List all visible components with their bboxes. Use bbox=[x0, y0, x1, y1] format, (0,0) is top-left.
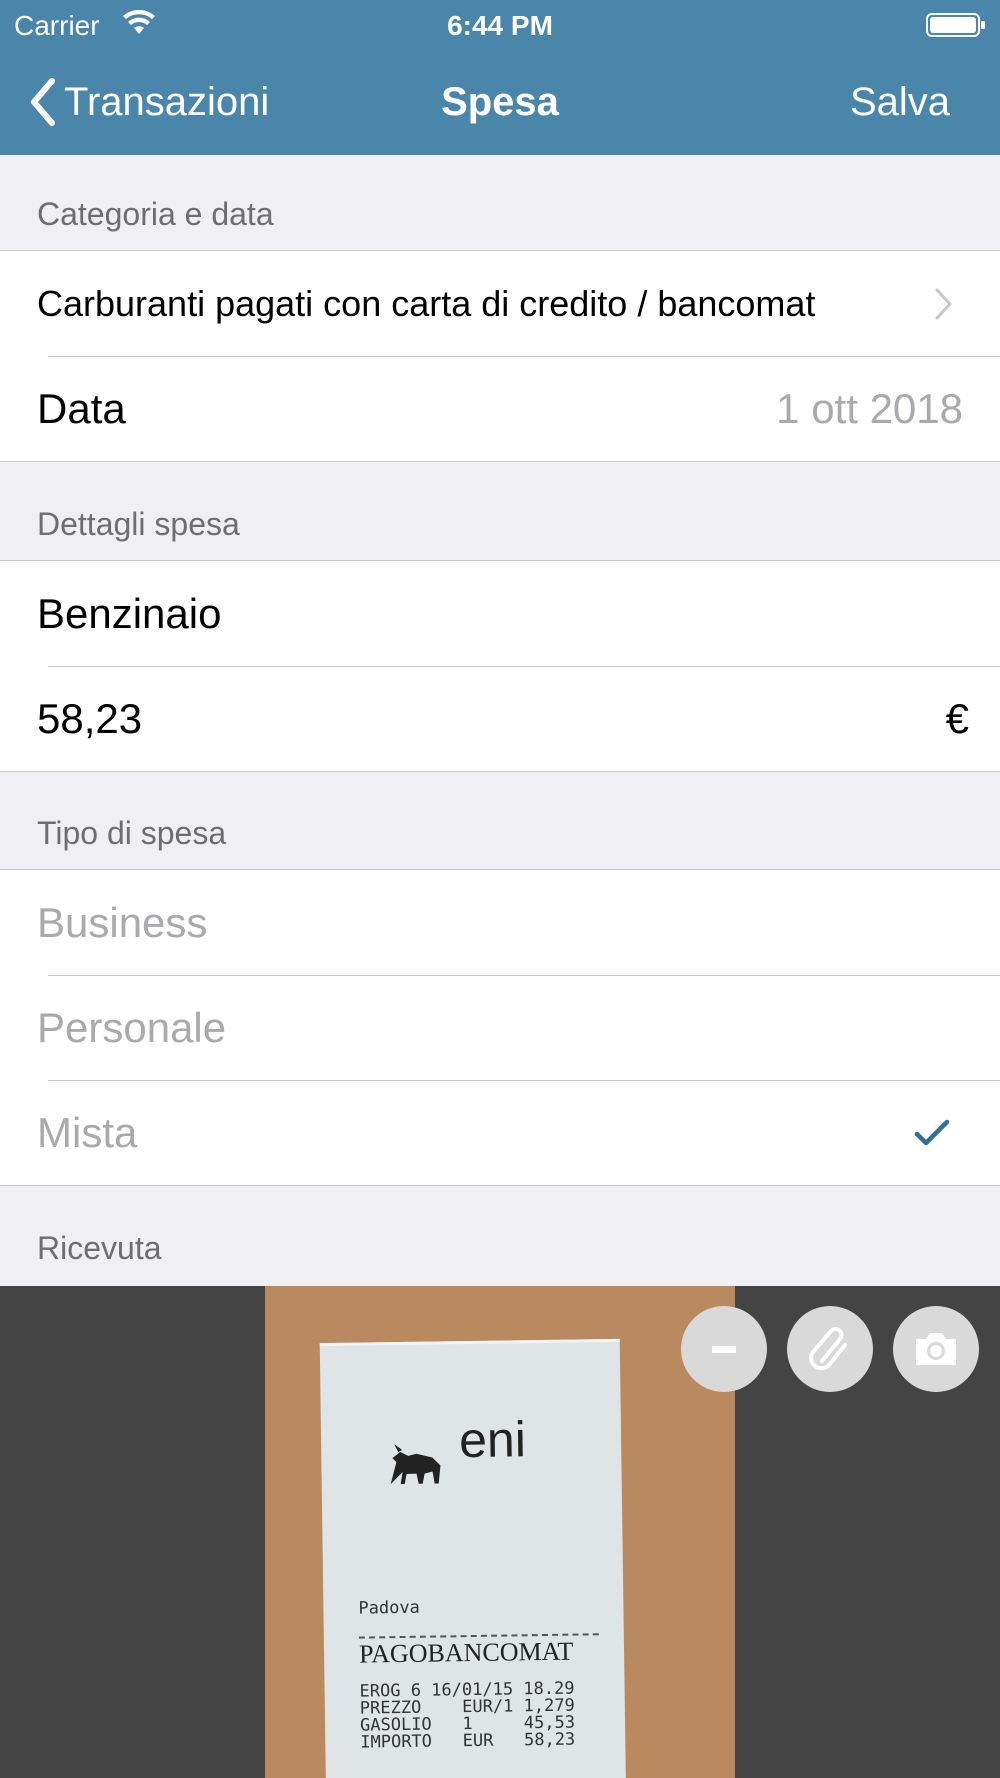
merchant-row[interactable]: Benzinaio bbox=[0, 561, 1000, 666]
checkmark-icon bbox=[914, 1119, 950, 1145]
option-business-label: Business bbox=[37, 898, 208, 946]
attach-receipt-button[interactable] bbox=[787, 1306, 873, 1392]
status-time: 6:44 PM bbox=[447, 10, 553, 41]
receipt-city: Padova bbox=[358, 1597, 420, 1619]
section-header-details: Dettagli spesa bbox=[37, 506, 240, 542]
receipt-payment: PAGOBANCOMAT bbox=[358, 1636, 574, 1669]
amount-row[interactable]: 58,23 € bbox=[0, 666, 1000, 771]
battery-icon bbox=[926, 13, 985, 37]
option-personale[interactable]: Personale bbox=[0, 975, 1000, 1080]
date-row[interactable]: Data 1 ott 2018 bbox=[0, 356, 1000, 461]
receipt-photo: eni Padova PAGOBANCOMAT EROG 6 16/01/15 … bbox=[265, 1286, 735, 1778]
section-header-category-date: Categoria e data bbox=[37, 196, 274, 232]
save-button[interactable]: Salva bbox=[850, 76, 950, 128]
merchant-field[interactable]: Benzinaio bbox=[37, 590, 963, 638]
currency-symbol: € bbox=[945, 694, 969, 742]
option-business[interactable]: Business bbox=[0, 870, 1000, 975]
receipt-paper: eni Padova PAGOBANCOMAT EROG 6 16/01/15 … bbox=[319, 1338, 627, 1778]
camera-button[interactable] bbox=[893, 1306, 979, 1392]
expense-type-group: Business Personale Mista bbox=[0, 869, 1000, 1186]
option-personale-label: Personale bbox=[37, 1003, 227, 1051]
date-label: Data bbox=[37, 384, 126, 432]
chevron-right-icon bbox=[935, 288, 952, 319]
option-mista-label: Mista bbox=[37, 1108, 138, 1156]
section-header-receipt: Ricevuta bbox=[37, 1230, 162, 1266]
category-date-group: Carburanti pagati con carta di credito /… bbox=[0, 250, 1000, 462]
receipt-line: IMPORTO EUR 58,23 bbox=[360, 1729, 576, 1753]
receipt-brand: eni bbox=[458, 1411, 527, 1469]
navigation-bar: Carrier 6:44 PM Transazioni Spesa Salva bbox=[0, 0, 1000, 155]
category-value: Carburanti pagati con carta di credito /… bbox=[37, 282, 816, 324]
status-bar: Carrier 6:44 PM bbox=[0, 0, 1000, 50]
camera-icon bbox=[916, 1333, 956, 1365]
amount-field[interactable]: 58,23 bbox=[37, 695, 946, 743]
category-row[interactable]: Carburanti pagati con carta di credito /… bbox=[0, 251, 1000, 356]
minus-icon bbox=[712, 1346, 736, 1353]
option-mista[interactable]: Mista bbox=[0, 1080, 1000, 1185]
section-header-expense-type: Tipo di spesa bbox=[37, 815, 227, 851]
remove-receipt-button[interactable] bbox=[681, 1306, 767, 1392]
date-value: 1 ott 2018 bbox=[776, 384, 963, 432]
paperclip-icon bbox=[809, 1327, 847, 1371]
details-group: Benzinaio 58,23 € bbox=[0, 560, 1000, 772]
